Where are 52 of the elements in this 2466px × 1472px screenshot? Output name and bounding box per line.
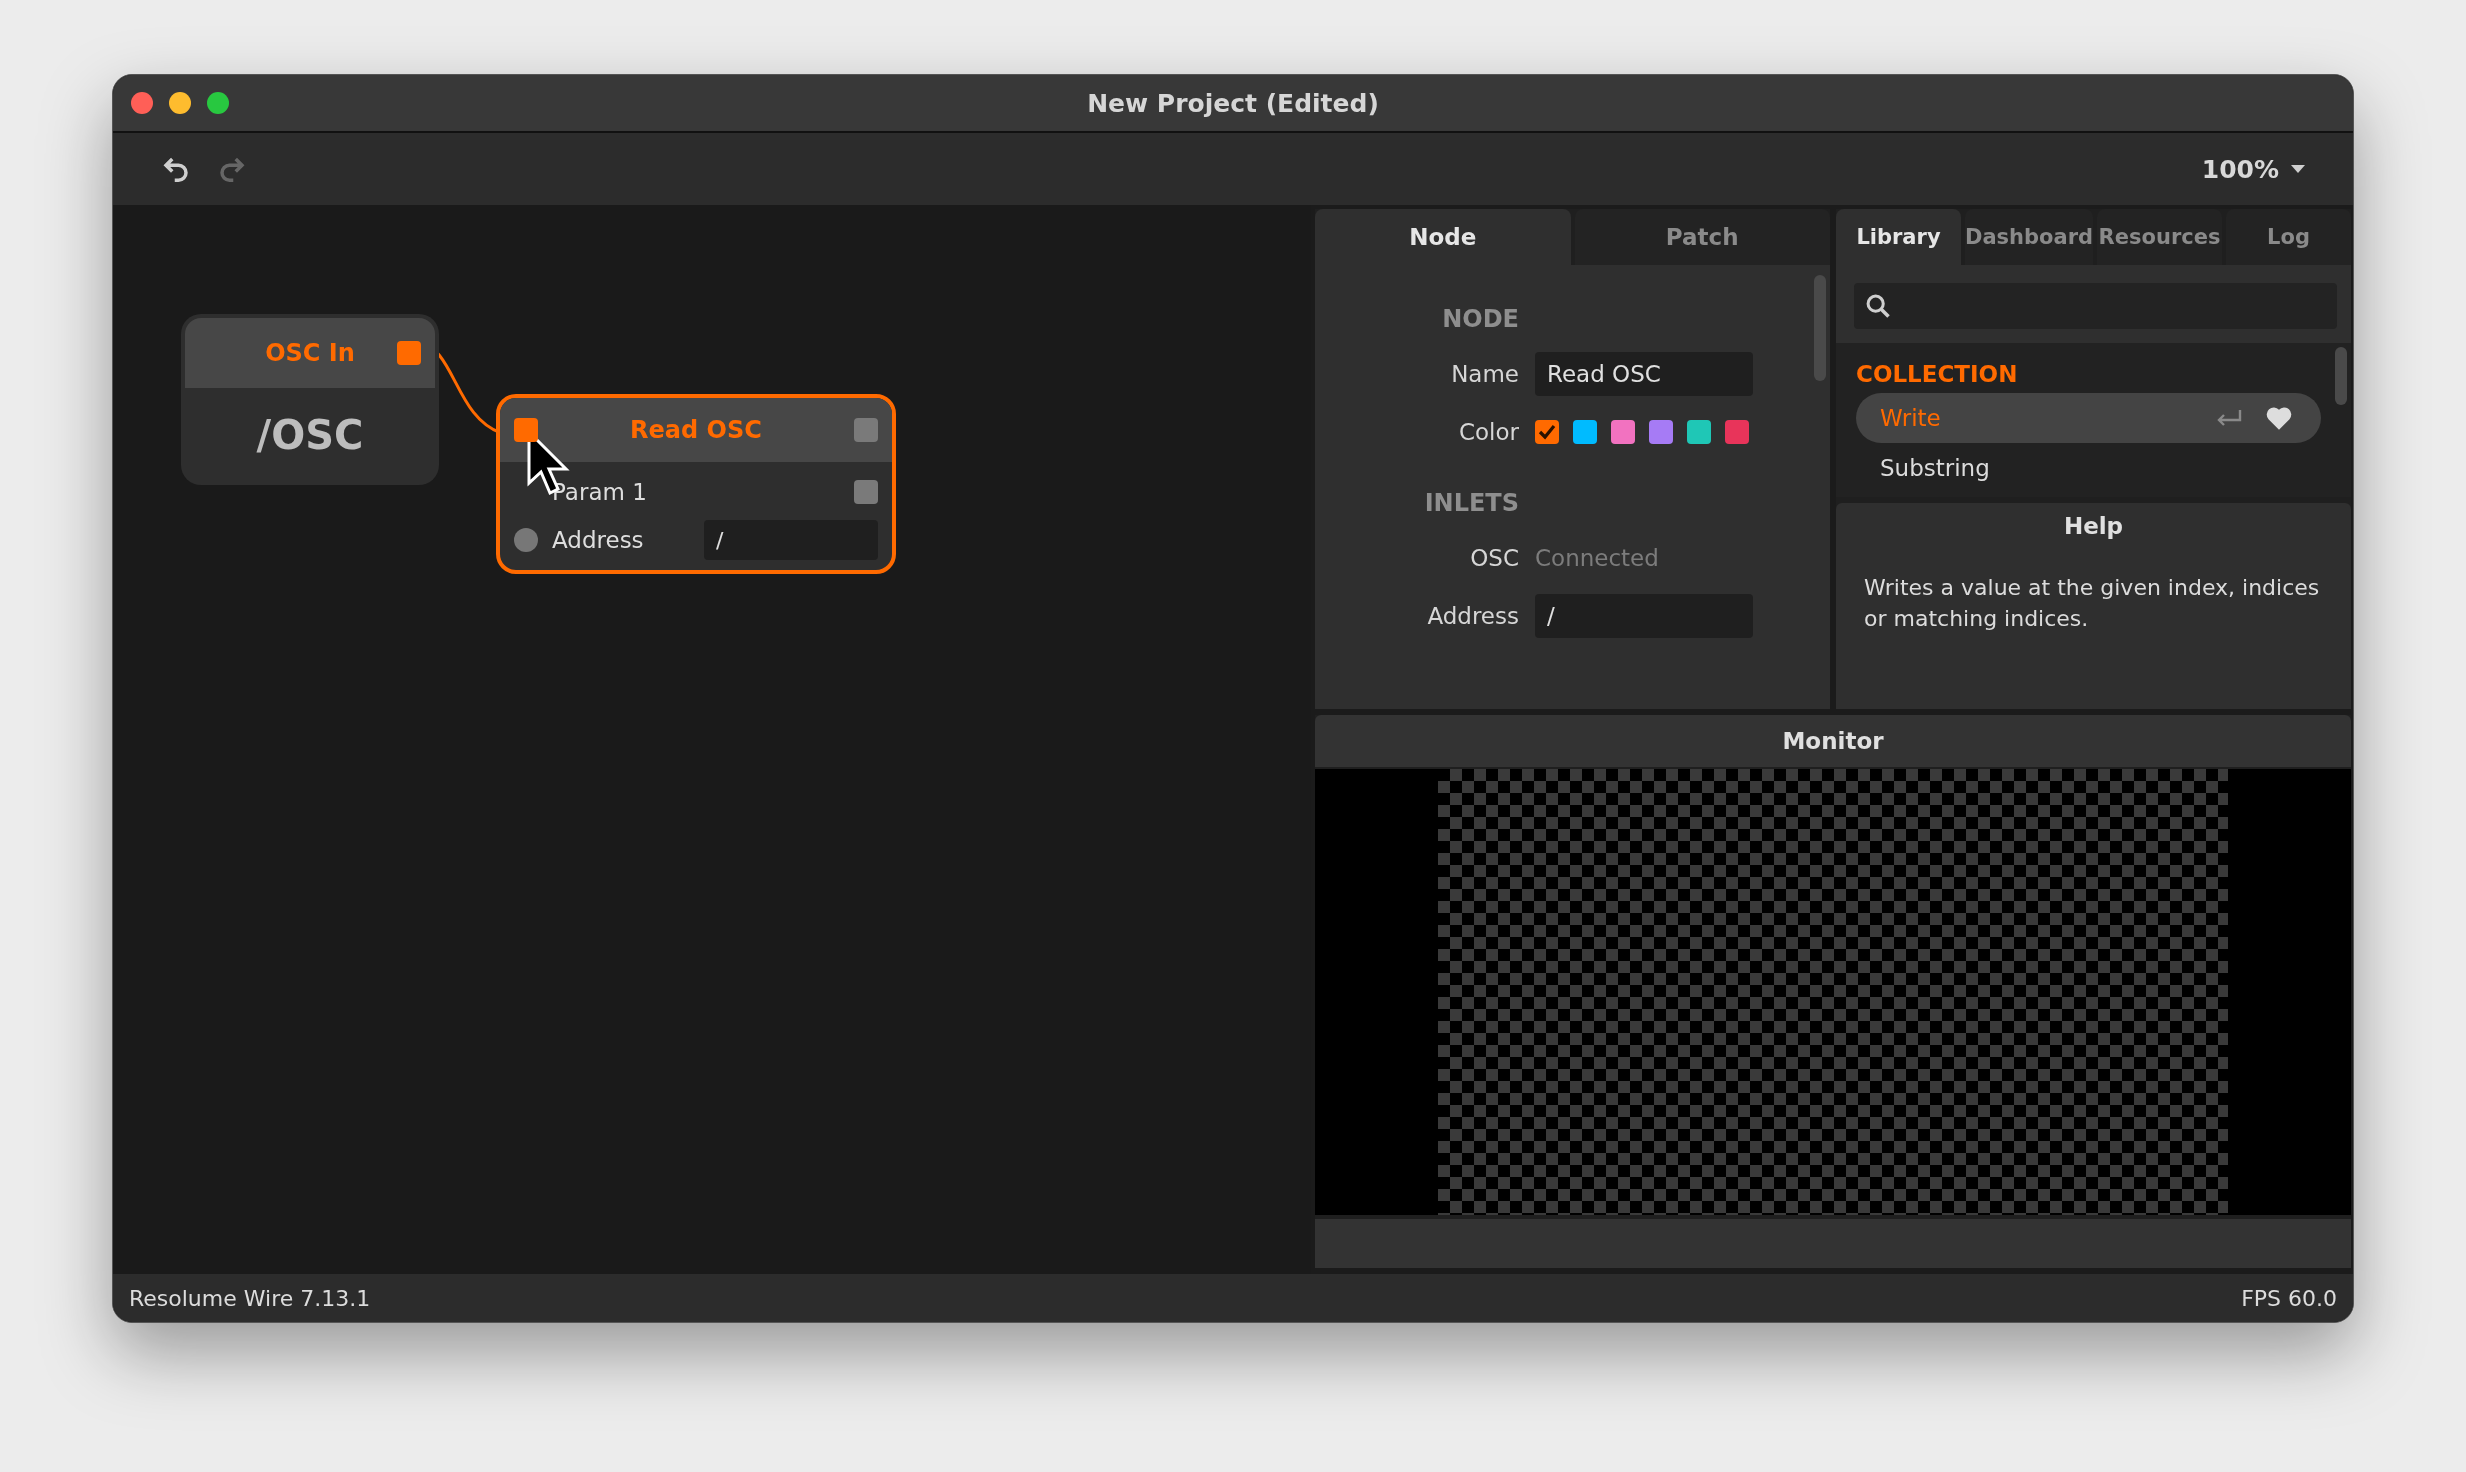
heart-icon[interactable] <box>2265 405 2293 431</box>
color-swatch[interactable] <box>1535 420 1559 444</box>
node-card[interactable]: OSC In /OSC <box>181 314 439 485</box>
color-swatch[interactable] <box>1725 420 1749 444</box>
color-swatch[interactable] <box>1611 420 1635 444</box>
field-label: Name <box>1450 361 1519 387</box>
zoom-dropdown[interactable]: 100% <box>2197 150 2309 188</box>
minimize-button[interactable] <box>169 92 191 114</box>
panel-tab[interactable]: Resources <box>2097 209 2222 265</box>
color-swatch[interactable] <box>1573 420 1597 444</box>
help-title: Help <box>2062 513 2125 539</box>
field-label: Address <box>1426 603 1519 629</box>
outlet-port[interactable] <box>854 480 878 504</box>
window-title: New Project (Edited) <box>1087 88 1379 118</box>
checkmark-icon <box>1538 424 1556 440</box>
outlet-port[interactable] <box>854 418 878 442</box>
panel-tab[interactable]: Patch <box>1574 209 1830 265</box>
text-field[interactable]: / <box>1535 594 1753 638</box>
return-icon[interactable] <box>2215 408 2243 428</box>
monitor-title: Monitor <box>1315 715 2351 767</box>
inlet-port[interactable] <box>514 418 538 442</box>
node-title: OSC In <box>265 339 355 367</box>
library-item[interactable]: Substring <box>1856 443 2321 493</box>
maximize-button[interactable] <box>207 92 229 114</box>
field-label: OSC <box>1469 545 1519 571</box>
outlet-port[interactable] <box>397 341 421 365</box>
text-field[interactable]: Read OSC <box>1535 352 1753 396</box>
fps-readout: FPS 60.0 <box>2241 1285 2337 1311</box>
scrollbar-thumb[interactable] <box>2335 347 2347 405</box>
panel-tab[interactable]: Log <box>2226 209 2351 265</box>
search-field[interactable] <box>1854 283 2337 329</box>
scrollbar-thumb[interactable] <box>1814 275 1826 381</box>
status-text: Connected <box>1535 545 1659 571</box>
section-heading: INLETS <box>1423 489 1519 517</box>
param-label: Address <box>552 527 644 553</box>
app-version: Resolume Wire 7.13.1 <box>129 1285 371 1311</box>
panel-tab[interactable]: Node <box>1315 209 1571 265</box>
node-title: Read OSC <box>630 416 762 444</box>
node-value: /OSC <box>255 410 365 460</box>
field-label: Color <box>1457 419 1519 445</box>
caret-icon <box>2291 164 2305 174</box>
help-text: Writes a value at the given index, indices or matching indices. <box>1864 574 2321 633</box>
section-heading: NODE <box>1441 305 1519 333</box>
category-heading: COLLECTION <box>1856 361 2019 387</box>
address-field[interactable]: / <box>704 520 878 560</box>
search-icon <box>1864 292 1892 320</box>
color-swatch[interactable] <box>1649 420 1673 444</box>
inlet-port[interactable] <box>514 528 538 552</box>
color-swatch[interactable] <box>1687 420 1711 444</box>
panel-tab[interactable]: Dashboard <box>1964 209 2094 265</box>
panel-tab[interactable]: Library <box>1836 209 1961 265</box>
close-button[interactable] <box>131 92 153 114</box>
